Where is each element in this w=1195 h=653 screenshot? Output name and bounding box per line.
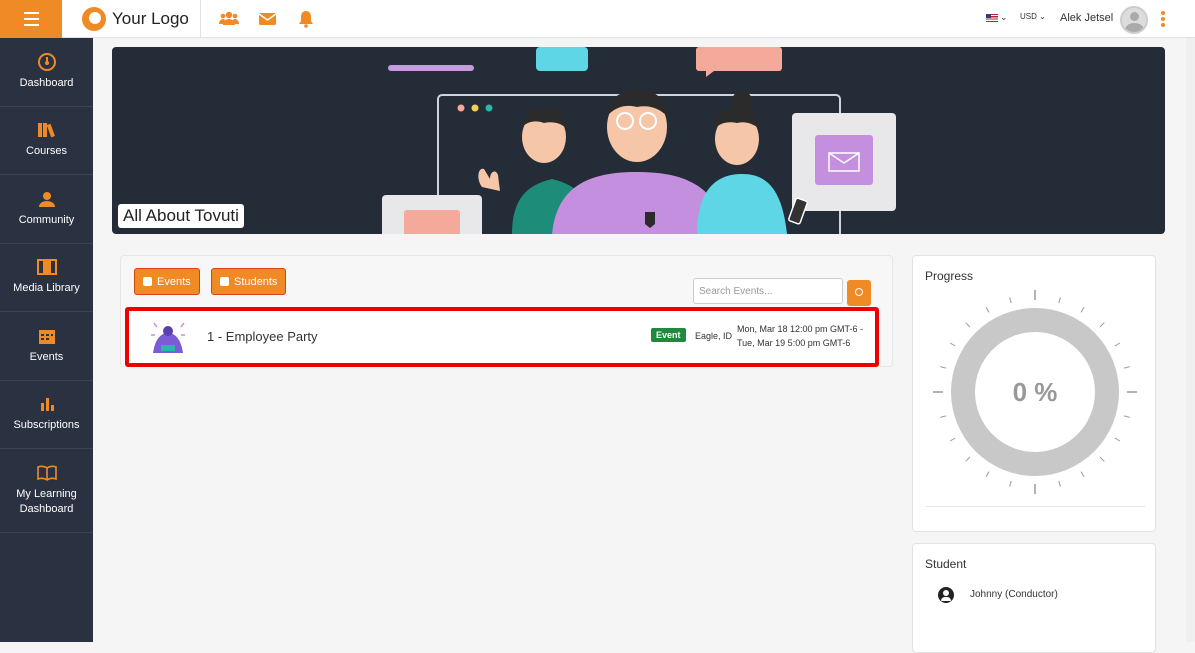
- open-book-icon: [36, 465, 57, 481]
- banner-title: All About Tovuti: [118, 204, 244, 228]
- user-circle-icon: [938, 587, 954, 603]
- search-input[interactable]: Search Events...: [693, 278, 843, 304]
- gauge-tick: [1058, 297, 1061, 304]
- gauge-tick: [1099, 322, 1105, 328]
- calendar-icon: [38, 329, 55, 344]
- sidebar-item-media-library[interactable]: Media Library: [0, 244, 93, 312]
- envelope-icon[interactable]: [258, 10, 278, 28]
- gauge-tick: [965, 322, 971, 328]
- top-bar: Your Logo ⌄ USD ⌄ Alek Jetsel: [0, 0, 1195, 38]
- events-panel: Events Students Search Events... 1 - Emp…: [120, 255, 893, 367]
- gauge-tick: [1123, 415, 1130, 418]
- users-icon[interactable]: [219, 10, 239, 28]
- sidebar-item-label: Community: [18, 213, 75, 226]
- dashboard-icon: [37, 52, 56, 71]
- scrollbar[interactable]: [1186, 38, 1195, 642]
- event-type-badge: Event: [651, 328, 686, 342]
- sidebar: Dashboard Courses Community Media Librar…: [0, 38, 93, 642]
- progress-value: 0 %: [1013, 377, 1058, 407]
- events-tab-icon: [143, 277, 152, 286]
- progress-gauge: 0 %: [933, 290, 1137, 494]
- gauge-tick: [940, 366, 947, 369]
- search-button[interactable]: [847, 280, 871, 306]
- sidebar-item-dashboard[interactable]: Dashboard: [0, 38, 93, 107]
- gauge-tick: [1080, 471, 1085, 478]
- event-title[interactable]: 1 - Employee Party: [207, 329, 318, 344]
- film-icon: [36, 259, 57, 276]
- chevron-down-icon: ⌄: [1000, 12, 1008, 22]
- sidebar-item-label: Events: [29, 350, 64, 363]
- gauge-tick: [1123, 366, 1130, 369]
- progress-card: Progress 0 %: [912, 255, 1156, 532]
- user-name[interactable]: Alek Jetsel: [1060, 12, 1113, 24]
- progress-title: Progress: [925, 269, 974, 283]
- gauge-tick: [940, 415, 947, 418]
- sidebar-item-events[interactable]: Events: [0, 312, 93, 381]
- sidebar-item-label: Courses: [26, 145, 67, 158]
- divider: [200, 0, 201, 38]
- gauge-tick: [985, 471, 990, 478]
- community-icon: [38, 191, 55, 207]
- gauge-tick: [1080, 306, 1085, 313]
- language-selector[interactable]: ⌄: [986, 12, 1008, 23]
- tab-students[interactable]: Students: [211, 268, 287, 295]
- logo-text: Your Logo: [112, 9, 189, 28]
- more-options-icon[interactable]: [1161, 11, 1165, 27]
- currency-label: USD: [1020, 12, 1037, 21]
- sidebar-item-label: Media Library: [13, 282, 80, 295]
- gauge-tick: [949, 437, 956, 442]
- tab-events[interactable]: Events: [134, 268, 200, 295]
- avatar[interactable]: [1120, 6, 1148, 34]
- sidebar-item-label: My Learning Dashboard: [16, 488, 77, 515]
- gauge-tick: [1114, 342, 1121, 347]
- currency-selector[interactable]: USD ⌄: [1020, 12, 1046, 21]
- sidebar-item-label: Dashboard: [19, 76, 74, 89]
- divider: [925, 506, 1145, 507]
- tab-label: Students: [234, 275, 278, 288]
- student-name: Johnny (Conductor): [970, 589, 1058, 600]
- sidebar-item-courses[interactable]: Courses: [0, 107, 93, 175]
- tab-label: Events: [157, 275, 191, 288]
- sidebar-item-community[interactable]: Community: [0, 175, 93, 244]
- sidebar-item-label: Subscriptions: [13, 419, 80, 432]
- hamburger-menu-button[interactable]: [0, 0, 62, 38]
- us-flag-icon: [986, 13, 998, 22]
- event-date-end: Tue, Mar 19 5:00 pm GMT-6: [737, 338, 851, 348]
- gauge-tick: [985, 306, 990, 313]
- gauge-tick: [1114, 437, 1121, 442]
- hero-banner: All About Tovuti: [112, 47, 1165, 234]
- student-title: Student: [925, 557, 967, 571]
- gauge-tick: [1009, 480, 1012, 487]
- logo-mark-icon: [82, 7, 106, 31]
- event-thumbnail: [147, 317, 189, 359]
- student-card: Student Johnny (Conductor): [912, 543, 1156, 653]
- gauge-tick: [965, 456, 971, 462]
- bell-icon[interactable]: [296, 10, 316, 28]
- sidebar-item-my-learning-dashboard[interactable]: My Learning Dashboard: [0, 449, 93, 533]
- gauge-tick: [949, 342, 956, 347]
- gauge-tick: [1099, 456, 1105, 462]
- hamburger-icon: [23, 10, 39, 28]
- chevron-down-icon: ⌄: [1039, 12, 1046, 21]
- books-icon: [37, 123, 55, 138]
- event-date: Mon, Mar 18 12:00 pm GMT-6 - Tue, Mar 19…: [737, 322, 863, 350]
- gauge-tick: [1009, 297, 1012, 304]
- bar-chart-icon: [40, 398, 54, 412]
- logo[interactable]: Your Logo: [82, 7, 189, 31]
- event-location: Eagle, ID: [695, 331, 733, 341]
- event-row[interactable]: 1 - Employee Party Event Eagle, ID Mon, …: [125, 307, 879, 367]
- users-icon: [220, 277, 229, 286]
- sidebar-item-subscriptions[interactable]: Subscriptions: [0, 381, 93, 449]
- event-date-start: Mon, Mar 18 12:00 pm GMT-6 -: [737, 324, 864, 334]
- banner-illustration: [382, 47, 896, 234]
- gauge-tick: [1058, 480, 1061, 487]
